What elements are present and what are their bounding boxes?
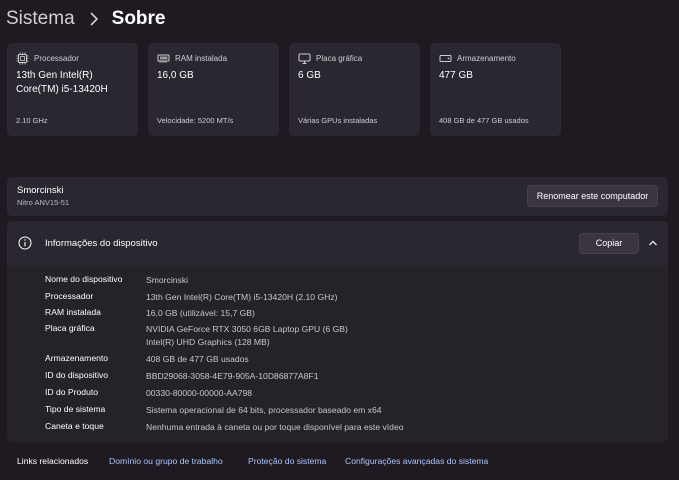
spec-label: ID do Produto <box>45 387 99 397</box>
spec-label: Processador <box>45 291 94 301</box>
spec-value: NVIDIA GeForce RTX 3050 6GB Laptop GPU (… <box>146 323 348 348</box>
computer-name-card: Smorcinski Nitro ANV15-51 Renomear este … <box>7 177 668 216</box>
spec-value: BBD29068-3058-4E79-905A-10D86877A8F1 <box>146 371 319 381</box>
chevron-up-icon[interactable] <box>647 237 659 249</box>
card-subtext: Várias GPUs instaladas <box>298 116 378 125</box>
card-value-line1: 16,0 GB <box>157 70 194 81</box>
card-value-line1: 6 GB <box>298 70 321 81</box>
spec-label: Placa gráfica <box>45 323 95 333</box>
spec-value: 16,0 GB (utilizável: 15,7 GB) <box>146 308 255 318</box>
spec-value: 13th Gen Intel(R) Core(TM) i5-13420H (2.… <box>146 292 338 302</box>
device-info-panel: Informações do dispositivo Copiar Nome d… <box>7 221 668 442</box>
chevron-right-icon <box>90 12 98 26</box>
card-label: Armazenamento <box>457 54 516 63</box>
computer-name: Smorcinski <box>17 185 64 196</box>
ram-icon <box>157 54 170 63</box>
spec-label: Armazenamento <box>45 353 109 363</box>
spec-label: Caneta e toque <box>45 421 104 431</box>
card-value: 477 GB <box>439 69 473 83</box>
card-value-line1: 13th Gen Intel(R) <box>16 70 93 81</box>
link-system-protection[interactable]: Proteção do sistema <box>248 456 326 466</box>
spec-value: Sistema operacional de 64 bits, processa… <box>146 405 382 415</box>
copy-button[interactable]: Copiar <box>579 233 639 254</box>
card-label: Placa gráfica <box>316 54 363 63</box>
breadcrumb: Sistema Sobre <box>6 6 166 32</box>
card-processor: Processador 13th Gen Intel(R) Core(TM) i… <box>7 43 138 136</box>
gpu-icon <box>298 53 311 64</box>
info-icon <box>18 236 32 250</box>
device-info-title: Informações do dispositivo <box>45 238 158 249</box>
spec-label: Nome do dispositivo <box>45 274 123 284</box>
link-advanced-system-settings[interactable]: Configurações avançadas do sistema <box>345 456 488 466</box>
related-links-label: Links relacionados <box>17 456 89 466</box>
card-value: 16,0 GB <box>157 69 194 83</box>
device-info-header[interactable]: Informações do dispositivo Copiar <box>7 221 668 265</box>
spec-value: Nenhuma entrada à caneta ou por toque di… <box>146 422 404 432</box>
storage-icon <box>439 55 452 62</box>
spec-value: Smorcinski <box>146 275 189 285</box>
computer-model: Nitro ANV15-51 <box>17 198 70 207</box>
card-value-line2: Core(TM) i5-13420H <box>16 84 108 95</box>
page-title: Sobre <box>111 8 166 29</box>
breadcrumb-parent[interactable]: Sistema <box>6 8 75 30</box>
card-value-line1: 477 GB <box>439 70 473 81</box>
rename-computer-button[interactable]: Renomear este computador <box>527 185 658 207</box>
card-subtext: Velocidade: 5200 MT/s <box>157 116 234 125</box>
spec-label: ID do dispositivo <box>45 370 109 380</box>
card-value: 6 GB <box>298 69 321 83</box>
card-storage: Armazenamento 477 GB 408 GB de 477 GB us… <box>430 43 561 136</box>
card-value: 13th Gen Intel(R) Core(TM) i5-13420H <box>16 69 108 97</box>
spec-label: RAM instalada <box>45 307 101 317</box>
processor-icon <box>16 52 29 65</box>
card-gpu: Placa gráfica 6 GB Várias GPUs instalada… <box>289 43 420 136</box>
spec-value-line1: NVIDIA GeForce RTX 3050 6GB Laptop GPU (… <box>146 324 348 334</box>
spec-value: 00330-80000-00000-AA798 <box>146 388 253 398</box>
spec-label: Tipo de sistema <box>45 404 106 414</box>
spec-value-line2: Intel(R) UHD Graphics (128 MB) <box>146 336 270 347</box>
card-subtext: 408 GB de 477 GB usados <box>439 116 529 125</box>
card-subtext: 2.10 GHz <box>16 116 48 125</box>
card-ram: RAM instalada 16,0 GB Velocidade: 5200 M… <box>148 43 279 136</box>
spec-value: 408 GB de 477 GB usados <box>146 354 249 364</box>
link-domain-workgroup[interactable]: Domínio ou grupo de trabalho <box>109 456 223 466</box>
card-label: Processador <box>34 54 79 63</box>
card-label: RAM instalada <box>175 54 228 63</box>
